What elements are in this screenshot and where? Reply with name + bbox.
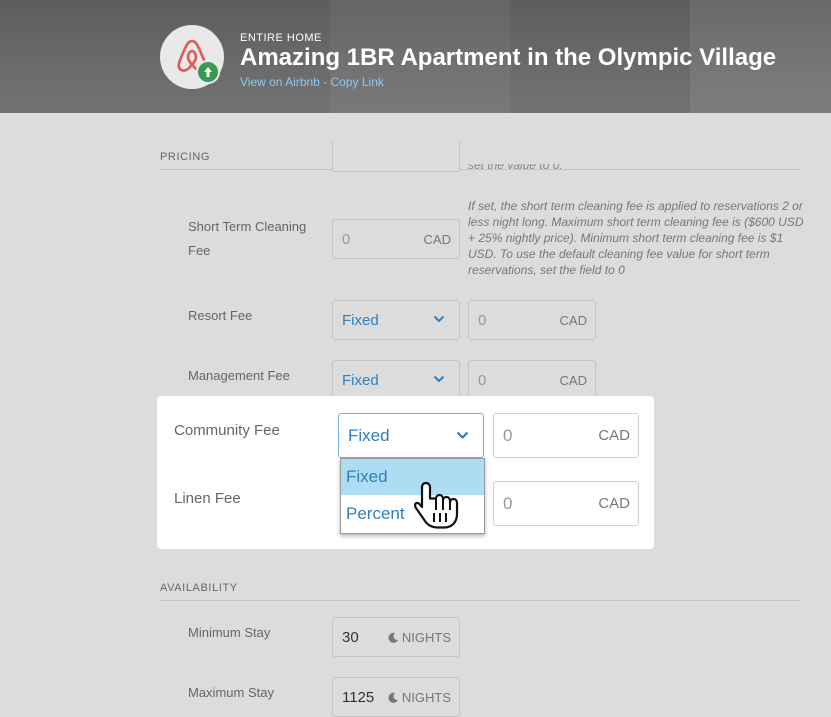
select-value: Fixed <box>342 312 379 329</box>
section-divider <box>160 600 800 601</box>
linen-fee-label: Linen Fee <box>174 490 241 507</box>
dropdown-option-fixed[interactable]: Fixed <box>341 459 484 495</box>
management-fee-input[interactable]: 0 CAD <box>468 360 596 400</box>
listing-type: ENTIRE HOME <box>240 32 322 44</box>
previous-field-input[interactable] <box>332 140 460 172</box>
availability-section-label: AVAILABILITY <box>160 582 238 594</box>
currency-unit: CAD <box>598 427 630 444</box>
unit-label: NIGHTS <box>401 630 451 645</box>
label-line: Fee <box>188 243 211 258</box>
chevron-down-icon <box>433 315 445 323</box>
nights-unit: NIGHTS <box>388 630 451 645</box>
upload-badge <box>196 60 220 84</box>
highlighted-fee-card: Community Fee Fixed 0 CAD Linen Fee 0 CA… <box>157 396 654 549</box>
fee-type-dropdown-menu: Fixed Percent <box>340 458 485 534</box>
moon-icon <box>388 692 398 703</box>
short-term-cleaning-fee-label: Short Term Cleaning Fee <box>188 215 306 263</box>
previous-field-help: set the value to 0. <box>468 158 563 172</box>
short-term-cleaning-fee-help: If set, the short term cleaning fee is a… <box>468 199 804 277</box>
listing-links: View on Airbnb - Copy Link <box>240 75 384 89</box>
management-fee-type-select[interactable]: Fixed <box>332 360 460 400</box>
select-value: Fixed <box>342 372 379 389</box>
currency-unit: CAD <box>598 495 630 512</box>
input-value: 0 <box>342 231 351 248</box>
input-value: 30 <box>342 629 359 646</box>
input-value: 1125 <box>342 689 375 706</box>
minimum-stay-label: Minimum Stay <box>188 625 271 640</box>
community-fee-label: Community Fee <box>174 422 280 439</box>
resort-fee-type-select[interactable]: Fixed <box>332 300 460 340</box>
label-line: Short Term Cleaning <box>188 219 307 234</box>
short-term-cleaning-fee-input[interactable]: 0 CAD <box>332 219 460 259</box>
page-title: Amazing 1BR Apartment in the Olympic Vil… <box>240 44 777 71</box>
select-value: Fixed <box>348 426 390 445</box>
linen-fee-input[interactable]: 0 CAD <box>493 481 639 526</box>
pricing-section-label: PRICING <box>160 151 211 163</box>
input-value: 0 <box>478 312 487 329</box>
input-value: 0 <box>503 494 513 513</box>
moon-icon <box>388 632 398 643</box>
unit-label: NIGHTS <box>401 690 451 705</box>
community-fee-input[interactable]: 0 CAD <box>493 413 639 458</box>
input-value: 0 <box>503 426 513 445</box>
currency-unit: CAD <box>559 373 587 388</box>
management-fee-label: Management Fee <box>188 368 290 383</box>
dropdown-option-percent[interactable]: Percent <box>341 496 484 532</box>
currency-unit: CAD <box>423 232 451 247</box>
maximum-stay-input[interactable]: 1125 NIGHTS <box>332 677 460 717</box>
input-value: 0 <box>478 372 487 389</box>
listing-header: ENTIRE HOME Amazing 1BR Apartment in the… <box>0 0 831 113</box>
copy-link-link[interactable]: Copy Link <box>331 75 384 89</box>
nights-unit: NIGHTS <box>388 690 451 705</box>
resort-fee-input[interactable]: 0 CAD <box>468 300 596 340</box>
hand-pointer-icon <box>414 481 459 529</box>
minimum-stay-input[interactable]: 30 NIGHTS <box>332 617 460 657</box>
link-separator: - <box>319 75 331 89</box>
maximum-stay-label: Maximum Stay <box>188 685 274 700</box>
upload-arrow-icon <box>204 67 212 77</box>
community-fee-type-select[interactable]: Fixed <box>338 413 484 458</box>
chevron-down-icon <box>456 431 469 440</box>
resort-fee-label: Resort Fee <box>188 308 253 323</box>
chevron-down-icon <box>433 375 445 383</box>
view-on-airbnb-link[interactable]: View on Airbnb <box>240 75 320 89</box>
currency-unit: CAD <box>559 313 587 328</box>
